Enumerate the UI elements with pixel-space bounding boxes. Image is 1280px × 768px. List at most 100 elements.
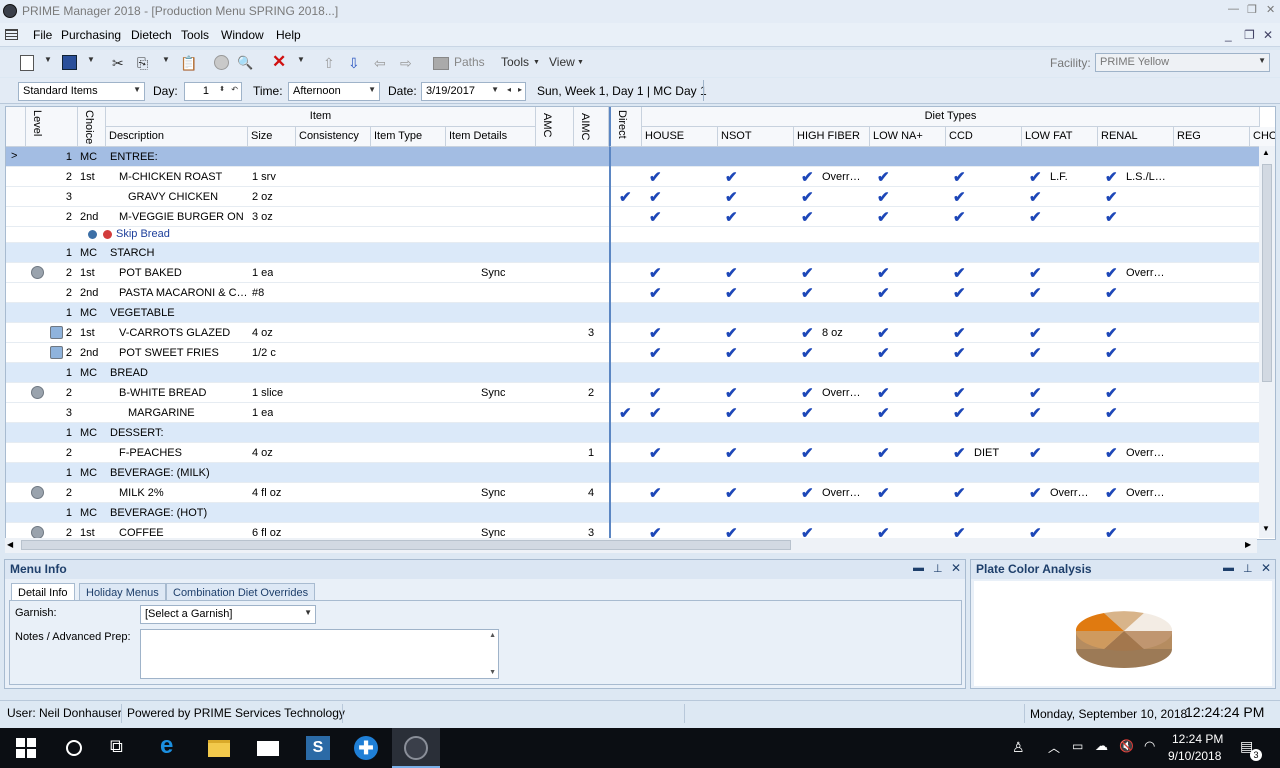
diet-header-reg[interactable]: REG — [1174, 127, 1250, 147]
diet-check-icon[interactable]: ✔ — [1105, 344, 1118, 362]
table-row[interactable]: 2 2nd POT SWEET FRIES 1/2 c ✔ ✔ ✔ ✔ ✔ ✔ ✔ — [6, 343, 1260, 363]
panel-close-icon[interactable]: ✕ — [951, 561, 961, 575]
diet-check-icon[interactable]: ✔ — [953, 384, 966, 402]
diet-check-icon[interactable]: ✔ — [801, 484, 814, 502]
diet-check-icon[interactable]: ✔ — [1029, 404, 1042, 422]
sync-icon[interactable] — [31, 266, 44, 279]
table-row[interactable]: 3 MARGARINE 1 ea ✔ ✔ ✔ ✔ ✔ ✔ ✔ ✔ — [6, 403, 1260, 423]
menu-tools[interactable]: Tools — [181, 28, 209, 42]
diet-check-icon[interactable]: ✔ — [877, 168, 890, 186]
direct-header[interactable]: Direct — [609, 107, 642, 147]
table-row[interactable]: 3 GRAVY CHICKEN 2 oz ✔ ✔ ✔ ✔ ✔ ✔ ✔ ✔ — [6, 187, 1260, 207]
notes-textarea[interactable]: ▲ ▼ — [140, 629, 499, 679]
garnish-select[interactable]: [Select a Garnish] ▼ — [140, 605, 316, 624]
move-right-icon[interactable]: ⇨ — [400, 55, 412, 73]
table-row[interactable]: 2 MILK 2% 4 fl oz Sync 4 ✔ ✔ ✔ ✔ ✔ ✔ ✔ Overr… Overr… O… — [6, 483, 1260, 503]
diet-header-ccd[interactable]: CCD — [946, 127, 1022, 147]
tab-holiday-menus[interactable]: Holiday Menus — [79, 583, 166, 601]
item-type-header[interactable]: Item Type — [371, 127, 446, 147]
horizontal-scroll-thumb[interactable] — [21, 540, 791, 550]
search-icon[interactable] — [62, 736, 86, 760]
tab-combination-diet-overrides[interactable]: Combination Diet Overrides — [166, 583, 316, 601]
day-spinner[interactable]: 1 ⬍ ↶ — [184, 82, 242, 101]
menu-help[interactable]: Help — [276, 28, 301, 42]
prime-manager-icon[interactable] — [404, 736, 428, 760]
diet-check-icon[interactable]: ✔ — [801, 344, 814, 362]
chevron-up-icon[interactable]: ︿ — [1048, 739, 1060, 756]
diet-check-icon[interactable]: ✔ — [801, 264, 814, 282]
size-header[interactable]: Size — [248, 127, 296, 147]
diet-header-high-fiber[interactable]: HIGH FIBER — [794, 127, 870, 147]
diet-check-icon[interactable]: ✔ — [801, 444, 814, 462]
mdi-close-icon[interactable]: ✕ — [1263, 28, 1273, 42]
panel-pin-icon[interactable]: ⊥ — [1243, 562, 1253, 575]
diet-check-icon[interactable]: ✔ — [877, 384, 890, 402]
diet-check-icon[interactable]: ✔ — [953, 404, 966, 422]
diet-check-icon[interactable]: ✔ — [1105, 264, 1118, 282]
paths-button[interactable]: Paths — [454, 55, 485, 73]
windows-start-icon[interactable] — [14, 736, 38, 760]
diet-check-icon[interactable]: ✔ — [801, 168, 814, 186]
diet-check-icon[interactable]: ✔ — [649, 484, 662, 502]
item-details-header[interactable]: Item Details — [446, 127, 536, 147]
menu-window[interactable]: Window — [221, 28, 264, 42]
volume-muted-icon[interactable]: 🔇 — [1119, 739, 1134, 753]
group-row[interactable]: 1 MC BEVERAGE: (MILK) — [6, 463, 1260, 483]
diet-check-icon[interactable]: ✔ — [649, 324, 662, 342]
diet-check-icon[interactable]: ✔ — [1105, 168, 1118, 186]
diet-check-icon[interactable]: ✔ — [801, 404, 814, 422]
disabled-circle-icon[interactable] — [214, 55, 229, 70]
choice-header[interactable]: Choice — [78, 107, 106, 147]
edge-browser-icon[interactable]: e — [160, 732, 184, 759]
file-explorer-icon[interactable] — [208, 736, 232, 760]
menu-purchasing[interactable]: Purchasing — [61, 28, 121, 42]
scroll-right-icon[interactable]: ▶ — [1245, 540, 1251, 549]
scroll-down-icon[interactable]: ▼ — [1262, 524, 1270, 533]
task-view-icon[interactable]: ⧉ — [110, 736, 134, 760]
diet-check-icon[interactable]: ✔ — [725, 444, 738, 462]
diet-check-icon[interactable]: ✔ — [953, 208, 966, 226]
find-icon[interactable]: 🔍 — [237, 55, 253, 73]
diet-check-icon[interactable]: ✔ — [649, 264, 662, 282]
diet-check-icon[interactable]: ✔ — [953, 444, 966, 462]
diet-check-icon[interactable]: ✔ — [1029, 484, 1042, 502]
menu-file[interactable]: File — [33, 28, 52, 42]
diet-check-icon[interactable]: ✔ — [1105, 444, 1118, 462]
diet-check-icon[interactable]: ✔ — [953, 168, 966, 186]
diet-check-icon[interactable]: ✔ — [1105, 188, 1118, 206]
diet-header-cho[interactable]: CHO — [1250, 127, 1275, 147]
time-select[interactable]: Afternoon ▼ — [288, 82, 380, 101]
diet-check-icon[interactable]: ✔ — [725, 484, 738, 502]
group-row[interactable]: 1 MC DESSERT: — [6, 423, 1260, 443]
diet-check-icon[interactable]: ✔ — [877, 188, 890, 206]
diet-check-icon[interactable]: ✔ — [801, 384, 814, 402]
diet-check-icon[interactable]: ✔ — [877, 344, 890, 362]
diet-check-icon[interactable]: ✔ — [1105, 208, 1118, 226]
copy-icon[interactable]: ⎘ — [137, 55, 148, 73]
group-row[interactable]: >1 MC ENTREE: — [6, 147, 1260, 167]
diet-check-icon[interactable]: ✔ — [877, 484, 890, 502]
diet-check-icon[interactable]: ✔ — [1105, 484, 1118, 502]
cut-icon[interactable]: ✂ — [112, 55, 124, 73]
wifi-icon[interactable]: ◠ — [1144, 738, 1155, 754]
table-row[interactable]: 2 B-WHITE BREAD 1 slice Sync 2 ✔ ✔ ✔ ✔ ✔ ✔ ✔ Overr… — [6, 383, 1260, 403]
diet-header-house[interactable]: HOUSE — [642, 127, 718, 147]
vertical-scroll-thumb[interactable] — [1262, 164, 1272, 382]
view-dropdown[interactable]: View — [549, 55, 575, 73]
horizontal-scrollbar[interactable]: ◀ ▶ — [5, 538, 1257, 553]
diet-check-icon[interactable]: ✔ — [953, 484, 966, 502]
diet-check-icon[interactable]: ✔ — [1029, 444, 1042, 462]
table-row[interactable]: 2 2nd PASTA MACARONI & C… #8 ✔ ✔ ✔ ✔ ✔ ✔ ✔ — [6, 283, 1260, 303]
diet-check-icon[interactable]: ✔ — [725, 284, 738, 302]
move-up-icon[interactable]: ⇧ — [323, 55, 335, 73]
diet-check-icon[interactable]: ✔ — [877, 284, 890, 302]
diet-header-low-fat[interactable]: LOW FAT — [1022, 127, 1098, 147]
date-picker[interactable]: 3/19/2017 ▼ ◂ ▸ — [421, 82, 526, 101]
scroll-up-icon[interactable]: ▲ — [1262, 148, 1270, 157]
diet-check-icon[interactable]: ✔ — [725, 384, 738, 402]
diet-check-icon[interactable]: ✔ — [649, 344, 662, 362]
close-icon[interactable]: ✕ — [1266, 3, 1275, 16]
table-row[interactable]: 2 F-PEACHES 4 oz 1 ✔ ✔ ✔ ✔ ✔ ✔ ✔ DIET Overr… — [6, 443, 1260, 463]
diet-check-icon[interactable]: ✔ — [649, 404, 662, 422]
diet-header-low-na[interactable]: LOW NA+ — [870, 127, 946, 147]
